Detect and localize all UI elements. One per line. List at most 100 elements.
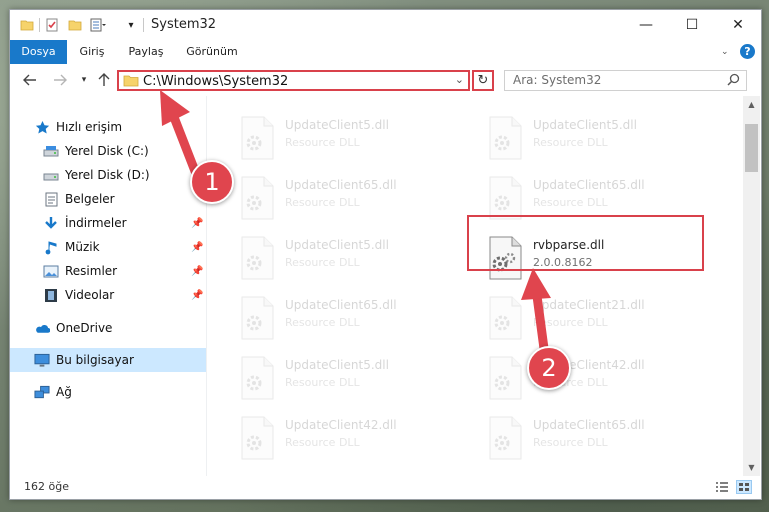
- navigation-pane: Hızlı erişim Yerel Disk (C:) Yerel Disk …: [10, 96, 206, 476]
- scroll-up-icon[interactable]: ▲: [743, 96, 760, 113]
- file-item[interactable]: UpdateClient65.dll Resource DLL: [487, 414, 727, 464]
- file-list: UpdateClient5.dll Resource DLL UpdateCli…: [207, 96, 743, 476]
- file-name: UpdateClient65.dll: [285, 298, 397, 312]
- file-description: Resource DLL: [533, 436, 608, 449]
- dll-file-icon: [239, 296, 275, 340]
- pictures-icon: [43, 263, 59, 279]
- file-item[interactable]: UpdateClient5.dll Resource DLL: [239, 354, 479, 404]
- address-path: C:\Windows\System32: [143, 74, 289, 89]
- drive-icon: [43, 143, 59, 159]
- documents-icon: [43, 191, 59, 207]
- sidebar-item-local-disk-d[interactable]: Yerel Disk (D:): [10, 163, 206, 187]
- sidebar-item-quick-access[interactable]: Hızlı erişim: [10, 115, 206, 139]
- maximize-button[interactable]: ☐: [669, 10, 715, 40]
- file-name: UpdateClient65.dll: [285, 178, 397, 192]
- file-name: UpdateClient65.dll: [533, 178, 645, 192]
- file-item[interactable]: UpdateClient65.dll Resource DLL: [239, 174, 479, 224]
- file-description: Resource DLL: [533, 136, 608, 149]
- tab-share[interactable]: Paylaş: [126, 40, 166, 64]
- scroll-thumb[interactable]: [745, 124, 758, 172]
- file-highlight-box: [467, 215, 704, 271]
- search-input[interactable]: Ara: System32: [504, 70, 747, 91]
- close-button[interactable]: ✕: [715, 10, 761, 40]
- sidebar-item-this-pc[interactable]: Bu bilgisayar: [10, 348, 206, 372]
- sidebar-item-label: Resimler: [65, 264, 118, 278]
- arrow-up-icon: [98, 73, 110, 86]
- toolbar-divider: [39, 18, 40, 32]
- file-description: Resource DLL: [285, 256, 360, 269]
- file-description: Resource DLL: [285, 376, 360, 389]
- refresh-icon: ↻: [477, 73, 489, 88]
- sidebar-item-label: Bu bilgisayar: [56, 353, 134, 367]
- sidebar-item-label: Videolar: [65, 288, 115, 302]
- dll-file-icon: [239, 116, 275, 160]
- sidebar-item-label: Yerel Disk (D:): [65, 168, 150, 182]
- dll-file-icon: [239, 356, 275, 400]
- ribbon-tabs: Dosya Giriş Paylaş Görünüm ⌄ ?: [10, 40, 761, 90]
- pin-icon[interactable]: 📌: [191, 218, 203, 229]
- step-badge-1: 1: [190, 160, 234, 204]
- sidebar-item-downloads[interactable]: İndirmeler 📌: [10, 211, 206, 235]
- sidebar-item-label: İndirmeler: [65, 216, 127, 230]
- sidebar-item-network[interactable]: Ağ: [10, 380, 206, 404]
- back-button[interactable]: [20, 70, 40, 90]
- file-description: Resource DLL: [533, 316, 608, 329]
- file-name: UpdateClient5.dll: [533, 118, 637, 132]
- pin-icon[interactable]: 📌: [191, 290, 203, 301]
- sidebar-item-documents[interactable]: Belgeler: [10, 187, 206, 211]
- file-name: UpdateClient5.dll: [285, 238, 389, 252]
- sidebar-item-label: Belgeler: [65, 192, 115, 206]
- file-name: UpdateClient21.dll: [533, 298, 645, 312]
- pin-icon[interactable]: 📌: [191, 242, 203, 253]
- file-name: UpdateClient65.dll: [533, 418, 645, 432]
- vertical-scrollbar[interactable]: ▲ ▼: [743, 96, 760, 476]
- file-name: UpdateClient5.dll: [285, 358, 389, 372]
- chevron-down-icon[interactable]: ▾: [126, 17, 136, 33]
- pin-icon[interactable]: 📌: [191, 266, 203, 277]
- details-view-icon[interactable]: [714, 480, 730, 494]
- sidebar-item-label: Hızlı erişim: [56, 120, 123, 134]
- arrow-left-icon: [23, 74, 36, 86]
- properties-icon[interactable]: [45, 17, 59, 33]
- scroll-down-icon[interactable]: ▼: [743, 459, 760, 476]
- sidebar-item-onedrive[interactable]: OneDrive: [10, 316, 206, 340]
- address-bar[interactable]: C:\Windows\System32 ⌄: [117, 70, 470, 91]
- refresh-button[interactable]: ↻: [472, 70, 494, 91]
- quick-access-customize-icon[interactable]: [90, 17, 106, 33]
- dll-file-icon: [487, 176, 523, 220]
- sidebar-item-videos[interactable]: Videolar 📌: [10, 283, 206, 307]
- forward-button[interactable]: [50, 70, 70, 90]
- file-item[interactable]: UpdateClient5.dll Resource DLL: [239, 234, 479, 284]
- search-icon: [727, 73, 740, 89]
- file-item[interactable]: UpdateClient42.dll Resource DLL: [487, 354, 727, 404]
- star-icon: [34, 119, 50, 135]
- large-icons-view-icon[interactable]: [736, 480, 752, 494]
- title-bar: ▾ System32 — ☐ ✕: [10, 10, 761, 40]
- chevron-down-icon[interactable]: ⌄: [721, 47, 729, 57]
- arrow-right-icon: [54, 74, 67, 86]
- network-icon: [34, 384, 50, 400]
- file-item[interactable]: UpdateClient5.dll Resource DLL: [487, 114, 727, 164]
- sidebar-item-music[interactable]: Müzik 📌: [10, 235, 206, 259]
- dll-file-icon: [487, 296, 523, 340]
- tab-view[interactable]: Görünüm: [184, 40, 240, 64]
- up-button[interactable]: [94, 70, 114, 90]
- file-item[interactable]: UpdateClient42.dll Resource DLL: [239, 414, 479, 464]
- new-folder-icon[interactable]: [68, 17, 82, 33]
- dll-file-icon: [239, 236, 275, 280]
- folder-icon: [20, 17, 34, 33]
- tab-home[interactable]: Giriş: [74, 40, 110, 64]
- search-placeholder: Ara: System32: [513, 73, 602, 87]
- file-item[interactable]: UpdateClient65.dll Resource DLL: [239, 294, 479, 344]
- step-badge-2: 2: [527, 346, 571, 390]
- chevron-down-icon[interactable]: ⌄: [455, 73, 464, 86]
- minimize-button[interactable]: —: [623, 10, 669, 40]
- window-title: System32: [151, 17, 217, 32]
- folder-icon: [123, 73, 139, 91]
- file-item[interactable]: UpdateClient21.dll Resource DLL: [487, 294, 727, 344]
- file-item[interactable]: UpdateClient5.dll Resource DLL: [239, 114, 479, 164]
- recent-locations-button[interactable]: ▾: [74, 70, 94, 90]
- sidebar-item-local-disk-c[interactable]: Yerel Disk (C:): [10, 139, 206, 163]
- help-icon[interactable]: ?: [740, 44, 755, 59]
- sidebar-item-pictures[interactable]: Resimler 📌: [10, 259, 206, 283]
